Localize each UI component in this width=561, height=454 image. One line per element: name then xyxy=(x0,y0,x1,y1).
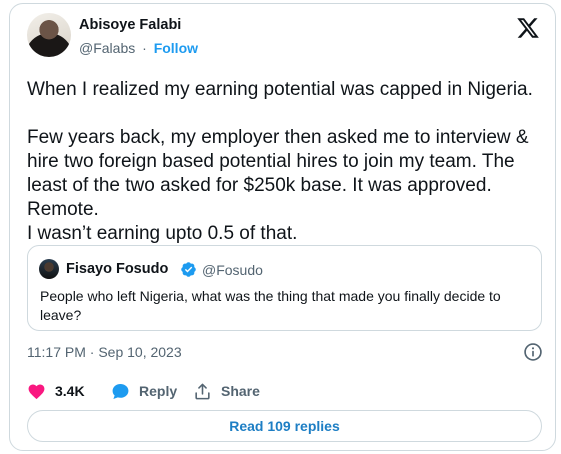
tweet-timestamp[interactable]: 11:17 PM · Sep 10, 2023 xyxy=(27,344,182,360)
like-count: 3.4K xyxy=(55,383,85,399)
quoted-tweet-text: People who left Nigeria, what was the th… xyxy=(40,288,501,323)
quoted-author-avatar xyxy=(39,259,59,279)
author-handle[interactable]: @Falabs xyxy=(79,40,135,56)
reply-label: Reply xyxy=(139,383,178,399)
author-name[interactable]: Abisoye Falabi xyxy=(79,17,181,33)
info-icon[interactable] xyxy=(523,342,543,362)
verified-badge-icon xyxy=(181,262,196,277)
tweet-card: Abisoye Falabi @Falabs · Follow When I r… xyxy=(9,3,556,451)
share-label: Share xyxy=(221,383,260,399)
quoted-author-name: Fisayo Fosudo xyxy=(66,261,169,277)
follow-button[interactable]: Follow xyxy=(154,40,198,56)
read-replies-button[interactable]: Read 109 replies xyxy=(27,410,542,442)
x-logo-icon[interactable] xyxy=(516,16,540,40)
author-meta: @Falabs · Follow xyxy=(79,40,198,56)
reply-bubble-icon xyxy=(112,383,129,399)
reply-button[interactable]: Reply xyxy=(111,380,177,402)
quoted-author-handle: @Fosudo xyxy=(202,262,263,278)
tweet-text: When I realized my earning potential was… xyxy=(27,79,533,244)
meta-separator: · xyxy=(142,40,147,56)
author-avatar[interactable] xyxy=(27,13,71,57)
heart-icon xyxy=(28,384,45,399)
quoted-tweet[interactable]: Fisayo Fosudo @Fosudo People who left Ni… xyxy=(27,245,542,331)
share-icon xyxy=(195,383,210,399)
share-button[interactable]: Share xyxy=(193,380,260,402)
like-button[interactable]: 3.4K xyxy=(27,380,85,402)
